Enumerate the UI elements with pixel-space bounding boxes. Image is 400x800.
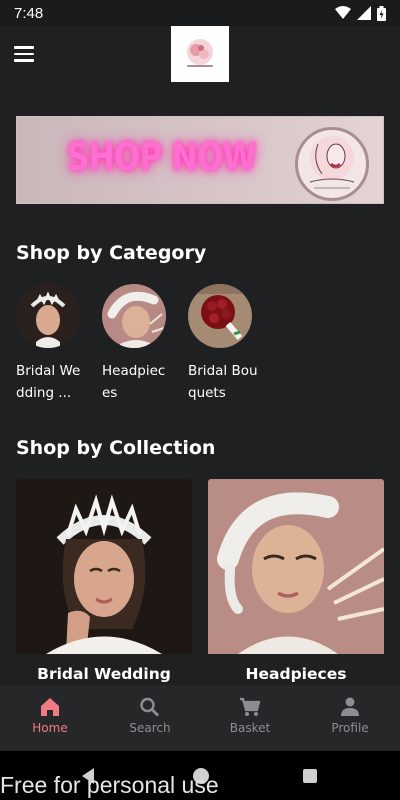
bottom-navigation: Home Search Basket Profile bbox=[0, 685, 400, 751]
category-image bbox=[188, 284, 252, 348]
collection-image bbox=[16, 479, 192, 654]
nav-label: Search bbox=[129, 721, 171, 735]
category-section-title: Shop by Category bbox=[16, 242, 207, 264]
recents-icon[interactable] bbox=[302, 768, 318, 784]
status-time: 7:48 bbox=[14, 4, 44, 22]
signal-icon bbox=[357, 6, 371, 20]
nav-item-profile[interactable]: Profile bbox=[300, 685, 400, 751]
category-label: Bridal Wedding ... bbox=[16, 363, 81, 401]
nav-item-home[interactable]: Home bbox=[0, 685, 100, 751]
collection-section-title: Shop by Collection bbox=[16, 437, 216, 459]
watermark-text: Free for personal use bbox=[0, 772, 219, 798]
battery-icon bbox=[377, 5, 386, 21]
category-label: Bridal Bouquets bbox=[188, 363, 258, 401]
brand-badge-image bbox=[295, 127, 369, 201]
category-item-bridal-wedding[interactable]: Bridal Wedding ... bbox=[16, 284, 86, 404]
nav-label: Profile bbox=[331, 721, 369, 735]
banner-text: SHOP NOW bbox=[67, 135, 257, 179]
shop-now-banner[interactable]: SHOP NOW bbox=[16, 116, 384, 204]
status-icons bbox=[335, 5, 386, 21]
person-icon bbox=[341, 697, 359, 716]
category-image bbox=[16, 284, 80, 348]
cart-icon bbox=[240, 697, 261, 716]
store-logo[interactable] bbox=[171, 26, 229, 82]
category-image bbox=[102, 284, 166, 348]
logo-icon bbox=[187, 39, 213, 67]
home-icon bbox=[41, 698, 59, 716]
category-item-bridal-bouquets[interactable]: Bridal Bouquets bbox=[188, 284, 258, 404]
nav-item-search[interactable]: Search bbox=[100, 685, 200, 751]
hamburger-icon-line bbox=[14, 46, 34, 49]
category-label: Headpieces bbox=[102, 363, 166, 401]
collection-card-headpieces[interactable]: Headpieces bbox=[208, 479, 384, 685]
hamburger-icon-line bbox=[14, 52, 34, 56]
wifi-icon bbox=[335, 6, 351, 19]
menu-button[interactable] bbox=[14, 42, 40, 66]
collection-card-bridal-wedding-crown[interactable]: Bridal Wedding Crown bbox=[16, 479, 192, 685]
app-bar bbox=[0, 26, 400, 84]
search-icon bbox=[140, 697, 159, 717]
category-item-headpieces[interactable]: Headpieces bbox=[102, 284, 172, 404]
collection-image bbox=[208, 479, 384, 654]
collection-label: Bridal Wedding Crown bbox=[37, 665, 171, 685]
nav-label: Home bbox=[32, 721, 68, 735]
nav-label: Basket bbox=[229, 721, 271, 735]
nav-item-basket[interactable]: Basket bbox=[200, 685, 300, 751]
collection-label: Headpieces bbox=[245, 665, 347, 683]
hamburger-icon-line bbox=[14, 59, 34, 62]
status-bar: 7:48 bbox=[0, 0, 400, 26]
